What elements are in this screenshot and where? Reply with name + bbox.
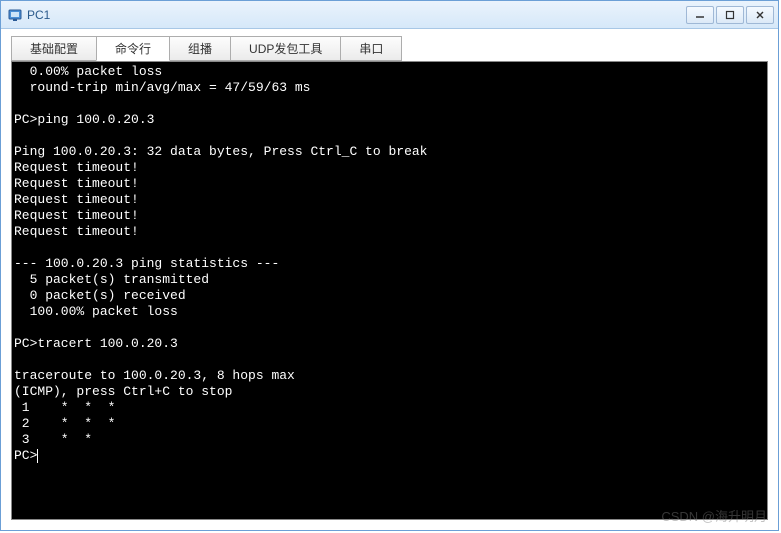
terminal-line: --- 100.0.20.3 ping statistics --- — [14, 256, 279, 271]
terminal-line: PC>tracert 100.0.20.3 — [14, 336, 178, 351]
app-icon — [7, 7, 23, 23]
maximize-button[interactable] — [716, 6, 744, 24]
minimize-button[interactable] — [686, 6, 714, 24]
tab-multicast[interactable]: 组播 — [169, 36, 231, 61]
terminal-prompt-line: PC> — [14, 448, 38, 463]
close-button[interactable] — [746, 6, 774, 24]
terminal-line: (ICMP), press Ctrl+C to stop — [14, 384, 232, 399]
terminal-line: Request timeout! — [14, 160, 139, 175]
terminal-line: round-trip min/avg/max = 47/59/63 ms — [14, 80, 310, 95]
tab-bar: 基础配置 命令行 组播 UDP发包工具 串口 — [1, 29, 778, 61]
app-window: PC1 基础配置 命令行 组播 UDP发包工具 串口 0.00% packet … — [0, 0, 779, 531]
terminal-panel[interactable]: 0.00% packet loss round-trip min/avg/max… — [11, 61, 768, 520]
terminal-line: 0.00% packet loss — [14, 64, 162, 79]
tab-command-line[interactable]: 命令行 — [96, 36, 170, 61]
terminal-prompt: PC> — [14, 448, 37, 463]
terminal-line: Request timeout! — [14, 224, 139, 239]
terminal-line: 100.00% packet loss — [14, 304, 178, 319]
terminal-line: 1 * * * — [14, 400, 115, 415]
terminal-line: Request timeout! — [14, 192, 139, 207]
tab-serial[interactable]: 串口 — [340, 36, 402, 61]
titlebar: PC1 — [1, 1, 778, 29]
terminal-line: traceroute to 100.0.20.3, 8 hops max — [14, 368, 295, 383]
terminal-line: 3 * * — [14, 432, 92, 447]
terminal-line: Request timeout! — [14, 208, 139, 223]
terminal-line: 0 packet(s) received — [14, 288, 186, 303]
terminal-line: Ping 100.0.20.3: 32 data bytes, Press Ct… — [14, 144, 427, 159]
terminal-line: 5 packet(s) transmitted — [14, 272, 209, 287]
window-controls — [686, 6, 774, 24]
terminal-line: Request timeout! — [14, 176, 139, 191]
terminal-output[interactable]: 0.00% packet loss round-trip min/avg/max… — [12, 62, 767, 466]
tab-basic-config[interactable]: 基础配置 — [11, 36, 97, 61]
terminal-line: 2 * * * — [14, 416, 115, 431]
tab-udp-tool[interactable]: UDP发包工具 — [230, 36, 341, 61]
window-title: PC1 — [27, 8, 686, 22]
terminal-cursor — [37, 449, 38, 463]
terminal-line: PC>ping 100.0.20.3 — [14, 112, 154, 127]
